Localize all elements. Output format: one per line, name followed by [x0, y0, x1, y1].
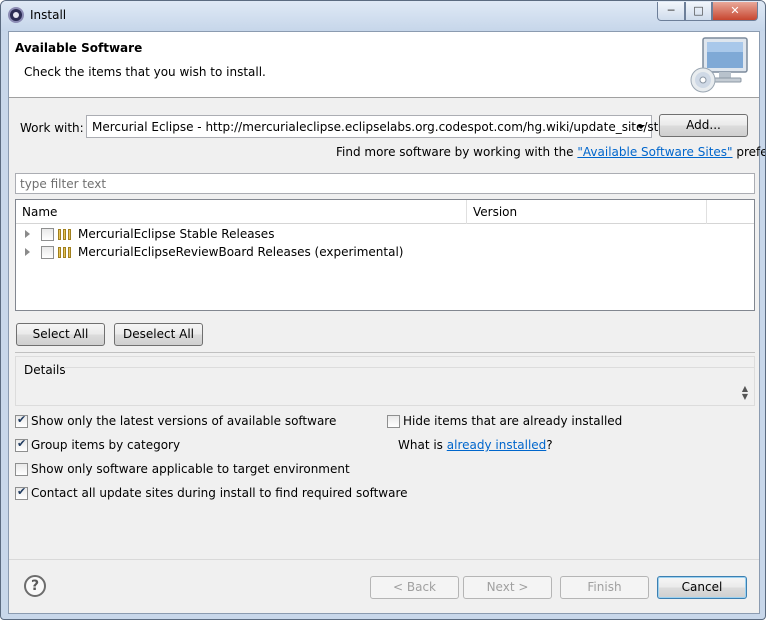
- available-sites-hint: Find more software by working with the "…: [336, 145, 765, 159]
- eclipse-app-icon: [8, 7, 24, 23]
- tree-row[interactable]: MercurialEclipse Stable Releases: [16, 226, 754, 244]
- hint-suffix: preferences.: [736, 145, 765, 159]
- cancel-button[interactable]: Cancel: [657, 576, 747, 599]
- help-icon[interactable]: ?: [24, 575, 46, 597]
- details-group: Details ▲ ▼: [15, 356, 755, 406]
- install-dialog: Install ─ □ ✕ Available Software Check t…: [0, 0, 766, 620]
- install-monitor-icon: [690, 37, 748, 93]
- available-software-sites-link[interactable]: "Available Software Sites": [577, 145, 732, 159]
- window-title: Install: [30, 8, 67, 22]
- filter-input[interactable]: [16, 174, 754, 193]
- column-header-name[interactable]: Name: [16, 200, 467, 224]
- latest-only-label: Show only the latest versions of availab…: [31, 414, 337, 428]
- back-button[interactable]: < Back: [370, 576, 459, 599]
- add-site-button[interactable]: Add...: [659, 114, 748, 137]
- group-by-category-label: Group items by category: [31, 438, 181, 452]
- what-is-suffix: ?: [546, 438, 553, 452]
- separator: [15, 352, 755, 353]
- details-scroll-arrows-icon[interactable]: ▲ ▼: [742, 385, 748, 401]
- chevron-down-icon[interactable]: [637, 125, 645, 129]
- what-is-installed-text: What is already installed?: [398, 438, 553, 452]
- hide-installed-label: Hide items that are already installed: [403, 414, 623, 428]
- item-checkbox[interactable]: [41, 246, 54, 259]
- already-installed-link[interactable]: already installed: [447, 438, 547, 452]
- work-with-label: Work with:: [20, 121, 84, 135]
- tree-header: Name Version: [16, 200, 754, 224]
- details-divider: [64, 367, 754, 368]
- what-is-prefix: What is: [398, 438, 447, 452]
- close-button[interactable]: ✕: [712, 2, 758, 21]
- tree-row[interactable]: MercurialEclipseReviewBoard Releases (ex…: [16, 244, 754, 262]
- expand-arrow-icon[interactable]: [25, 248, 30, 256]
- filter-field[interactable]: [15, 173, 755, 194]
- footer-divider: [9, 559, 759, 560]
- tree-item-label: MercurialEclipseReviewBoard Releases (ex…: [78, 245, 404, 259]
- details-label: Details: [24, 363, 66, 377]
- latest-only-checkbox[interactable]: [15, 413, 28, 428]
- target-env-label: Show only software applicable to target …: [31, 462, 350, 476]
- finish-button[interactable]: Finish: [560, 576, 649, 599]
- contact-all-sites-label: Contact all update sites during install …: [31, 486, 408, 500]
- minimize-button[interactable]: ─: [657, 2, 685, 21]
- work-with-combo[interactable]: Mercurial Eclipse - http://mercurialecli…: [86, 115, 684, 138]
- tree-item-label: MercurialEclipse Stable Releases: [78, 227, 275, 241]
- dialog-client-area: Available Software Check the items that …: [8, 31, 765, 614]
- software-tree[interactable]: Name Version MercurialEclipse Stable Rel…: [15, 199, 755, 311]
- wizard-banner: Available Software Check the items that …: [9, 32, 759, 98]
- title-bar[interactable]: Install ─ □ ✕: [1, 1, 765, 31]
- item-checkbox[interactable]: [41, 228, 54, 241]
- contact-all-sites-checkbox[interactable]: [15, 485, 28, 500]
- column-header-version[interactable]: Version: [467, 200, 707, 224]
- group-by-category-checkbox[interactable]: [15, 437, 28, 452]
- next-button[interactable]: Next >: [463, 576, 552, 599]
- page-title: Available Software: [15, 41, 143, 55]
- hint-prefix: Find more software by working with the: [336, 145, 578, 159]
- page-message: Check the items that you wish to install…: [24, 65, 266, 79]
- select-all-button[interactable]: Select All: [16, 323, 105, 346]
- expand-arrow-icon[interactable]: [25, 230, 30, 238]
- deselect-all-button[interactable]: Deselect All: [114, 323, 203, 346]
- maximize-button[interactable]: □: [685, 2, 712, 21]
- hide-installed-checkbox[interactable]: [387, 415, 400, 428]
- target-env-checkbox[interactable]: [15, 463, 28, 476]
- category-icon: [58, 247, 72, 258]
- category-icon: [58, 229, 72, 240]
- work-with-value: Mercurial Eclipse - http://mercurialecli…: [92, 120, 685, 134]
